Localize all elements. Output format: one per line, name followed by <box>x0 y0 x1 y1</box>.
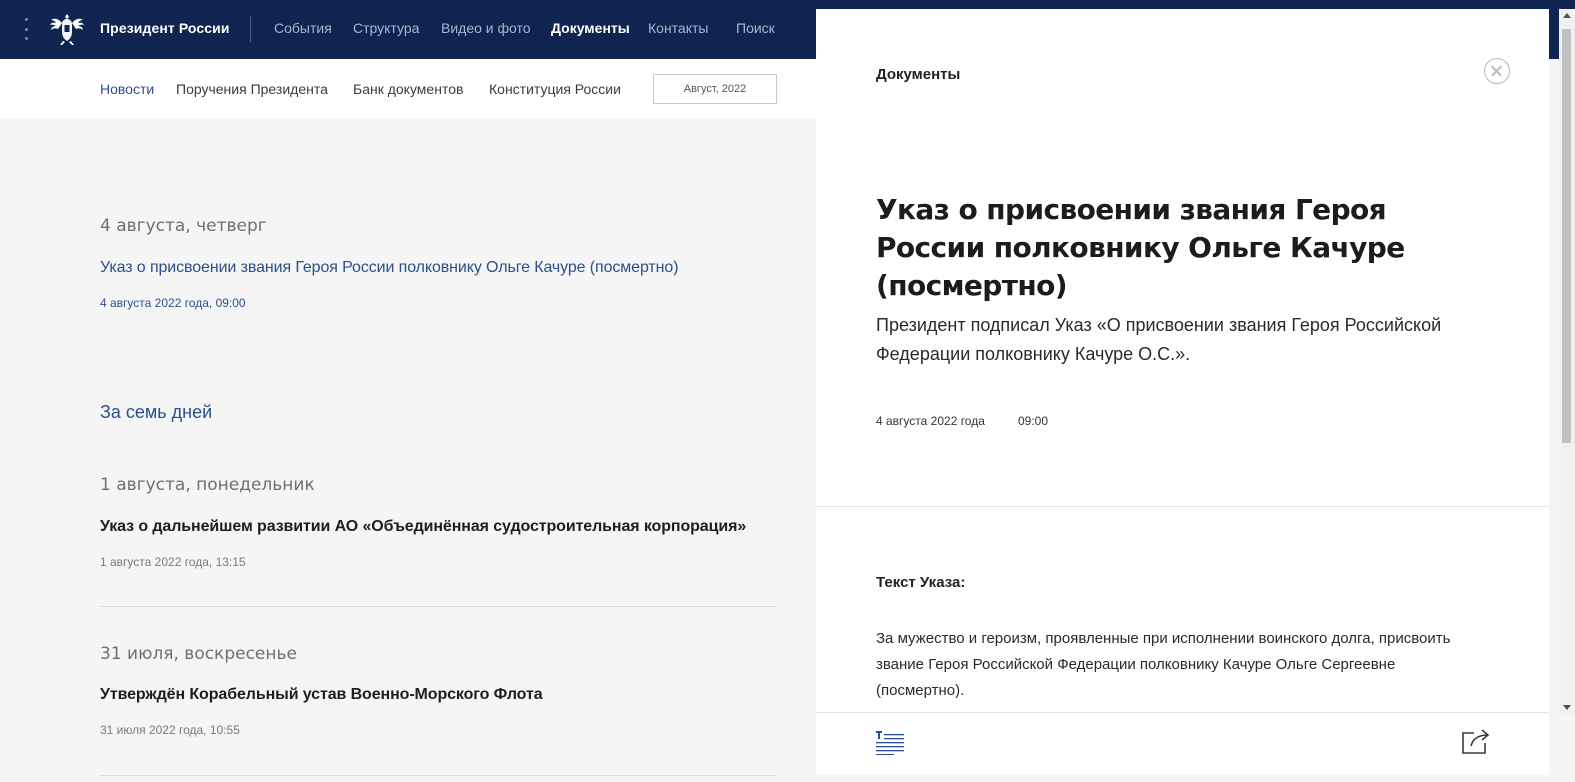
nav-video-photo[interactable]: Видео и фото <box>441 20 531 36</box>
text-version-icon[interactable] <box>876 731 904 755</box>
document-date: 4 августа 2022 года <box>876 414 985 428</box>
subnav-document-bank[interactable]: Банк документов <box>353 81 463 97</box>
menu-dots-icon[interactable] <box>22 18 30 40</box>
panel-section-label: Документы <box>876 66 961 83</box>
page-scrollbar[interactable] <box>1559 9 1575 715</box>
share-icon[interactable] <box>1461 727 1491 755</box>
subnav-constitution[interactable]: Конституция России <box>489 81 621 97</box>
document-title: Указ о присвоении звания Героя России по… <box>876 193 1405 302</box>
header-divider <box>250 16 251 42</box>
news-divider <box>100 775 777 776</box>
nav-documents[interactable]: Документы <box>551 20 630 36</box>
subnav-president-orders[interactable]: Поручения Президента <box>176 81 328 97</box>
nav-structure[interactable]: Структура <box>353 20 419 36</box>
decree-text-label: Текст Указа: <box>876 574 966 591</box>
scroll-up-arrow-icon[interactable] <box>1563 13 1571 18</box>
news-date: 1 августа 2022 года, 13:15 <box>100 555 246 569</box>
nav-events[interactable]: События <box>274 20 332 36</box>
news-title-link[interactable]: Указ о присвоении звания Героя России по… <box>100 259 679 277</box>
news-date: 4 августа 2022 года, 09:00 <box>100 296 246 310</box>
document-time: 09:00 <box>1018 414 1049 428</box>
panel-footer <box>816 712 1549 775</box>
date-filter-select[interactable]: Август, 2022 <box>653 74 777 104</box>
news-title-link[interactable]: Указ о дальнейшем развитии АО «Объединён… <box>100 518 746 536</box>
news-divider <box>100 606 777 607</box>
day-heading: 31 июля, воскресенье <box>100 644 297 664</box>
week-section-heading[interactable]: За семь дней <box>100 402 212 423</box>
brand-title[interactable]: Президент России <box>100 20 230 36</box>
news-date: 31 июля 2022 года, 10:55 <box>100 723 240 737</box>
document-lead: Президент подписал Указ «О присвоении зв… <box>876 315 1442 364</box>
double-headed-eagle-icon[interactable] <box>50 11 84 47</box>
sub-navigation: Новости Поручения Президента Банк докуме… <box>0 59 816 119</box>
document-panel: Документы Указ о присвоении звания Героя… <box>816 9 1549 775</box>
nav-contacts[interactable]: Контакты <box>648 20 708 36</box>
subnav-news[interactable]: Новости <box>100 81 154 97</box>
day-heading: 1 августа, понедельник <box>100 475 315 495</box>
panel-divider <box>816 506 1549 507</box>
scroll-down-arrow-icon[interactable] <box>1563 705 1571 710</box>
close-icon[interactable] <box>1484 58 1510 84</box>
decree-text: За мужество и героизм, проявленные при и… <box>876 630 1451 699</box>
news-title-link[interactable]: Утверждён Корабельный устав Военно-Морск… <box>100 686 543 704</box>
scrollbar-thumb[interactable] <box>1562 29 1571 443</box>
nav-search[interactable]: Поиск <box>736 20 775 36</box>
day-heading: 4 августа, четверг <box>100 216 267 236</box>
